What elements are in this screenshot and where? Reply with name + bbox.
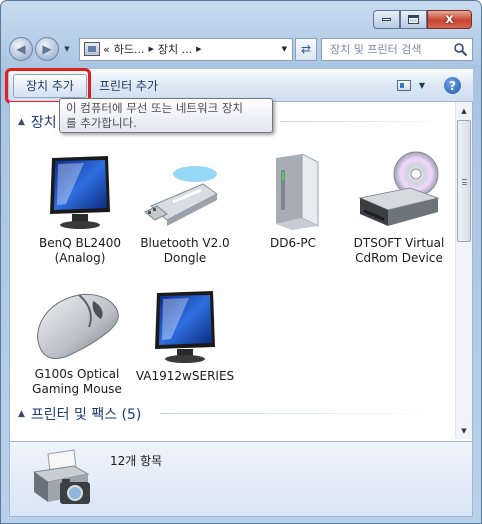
address-bar[interactable]: « 하드... ▶ 장치 ... ▶ ▼ [79,37,293,61]
device-item-bluetooth[interactable]: Bluetooth V2.0 Dongle [130,154,240,266]
group-title-printers: 프린터 및 팩스 (5) [30,407,142,423]
monitor-icon [155,291,215,363]
tooltip-line-1: 이 컴퓨터에 무선 또는 네트워크 장치 [66,101,243,115]
control-panel-icon [84,42,100,56]
maximize-icon [408,15,419,24]
search-placeholder: 장치 및 프린터 검색 [330,43,422,56]
forward-button[interactable]: ▶ [35,37,59,61]
refresh-button[interactable]: ⇄ [295,37,317,61]
chevron-down-icon: ▼ [64,45,70,53]
grip-icon [462,179,467,185]
device-item-va1912[interactable]: VA1912wSERIES [130,289,240,384]
group-header-printers[interactable]: ▲ 프린터 및 팩스 (5) [18,404,141,424]
view-dropdown-icon[interactable]: ▼ [419,81,425,90]
breadcrumb-separator-icon[interactable]: ▶ [148,45,153,53]
external-drive-icon [276,154,319,230]
device-item-dd6-pc[interactable]: DD6-PC [238,154,348,251]
close-icon: x [445,12,454,27]
device-list-pane: ▲ 장치 (6) BenQ BL2400 (Analog) Bluetooth … [9,102,473,441]
add-printer-button[interactable]: 프린터 추가 [87,74,170,98]
device-label: Bluetooth V2.0 Dongle [140,236,230,265]
device-label: DTSOFT Virtual CdRom Device [353,236,445,265]
device-label: BenQ BL2400 (Analog) [39,236,121,265]
refresh-icon: ⇄ [300,42,312,56]
address-dropdown-icon[interactable]: ▼ [282,45,287,53]
devices-and-printers-window: x ◀ ▶ ▼ « 하드... ▶ 장치 ... ▶ ▼ ⇄ 장치 및 프린터 … [0,0,482,524]
minimize-button[interactable] [373,10,400,29]
scroll-down-icon[interactable]: ▼ [456,422,472,439]
breadcrumb-devices[interactable]: 장치 ... [158,41,192,57]
mouse-icon [37,293,119,359]
device-item-g100s[interactable]: G100s Optical Gaming Mouse [22,287,132,397]
change-view-button[interactable]: ▼ [396,80,425,91]
device-item-dtsoft[interactable]: DTSOFT Virtual CdRom Device [344,148,454,266]
device-label: G100s Optical Gaming Mouse [32,367,122,396]
collapse-arrow-icon[interactable]: ▲ [18,117,25,127]
back-arrow-icon: ◀ [16,42,26,56]
printer-camera-icon [32,449,90,504]
tooltip-line-2: 를 추가합니다. [66,116,137,130]
help-icon[interactable]: ? [444,77,461,94]
breadcrumb-hardware[interactable]: 하드... [114,41,145,57]
vertical-scrollbar[interactable]: ▲ ▼ [455,102,472,439]
group-divider [280,121,450,122]
scroll-up-icon[interactable]: ▲ [456,102,472,119]
search-icon[interactable] [453,42,468,57]
device-label: DD6-PC [269,236,317,250]
change-view-icon [396,80,411,91]
search-input[interactable]: 장치 및 프린터 검색 [321,37,473,61]
maximize-button[interactable] [400,10,427,29]
group-divider [160,413,450,414]
add-printer-label: 프린터 추가 [98,79,158,93]
item-count: 12개 항목 [110,454,163,468]
details-pane: 12개 항목 [9,441,473,517]
address-overflow[interactable]: « [103,43,110,56]
device-item-benq[interactable]: BenQ BL2400 (Analog) [25,154,135,266]
cdrom-drive-icon [358,151,440,226]
add-device-button[interactable]: 장치 추가 [5,67,91,104]
close-button[interactable]: x [427,10,472,29]
bluetooth-dongle-icon [144,166,218,226]
collapse-arrow-icon[interactable]: ▲ [18,409,25,419]
breadcrumb-separator-icon[interactable]: ▶ [196,45,201,53]
navigation-bar: ◀ ▶ ▼ « 하드... ▶ 장치 ... ▶ ▼ ⇄ 장치 및 프린터 검색 [9,35,473,63]
caption-buttons: x [373,10,472,29]
add-device-tooltip: 이 컴퓨터에 무선 또는 네트워크 장치 를 추가합니다. [59,98,273,133]
recent-pages-dropdown[interactable]: ▼ [61,37,73,61]
monitor-icon [50,156,110,229]
forward-arrow-icon: ▶ [42,42,52,56]
device-label: VA1912wSERIES [135,369,235,383]
back-button[interactable]: ◀ [9,37,33,61]
minimize-icon [382,18,391,21]
scroll-thumb[interactable] [457,120,471,242]
